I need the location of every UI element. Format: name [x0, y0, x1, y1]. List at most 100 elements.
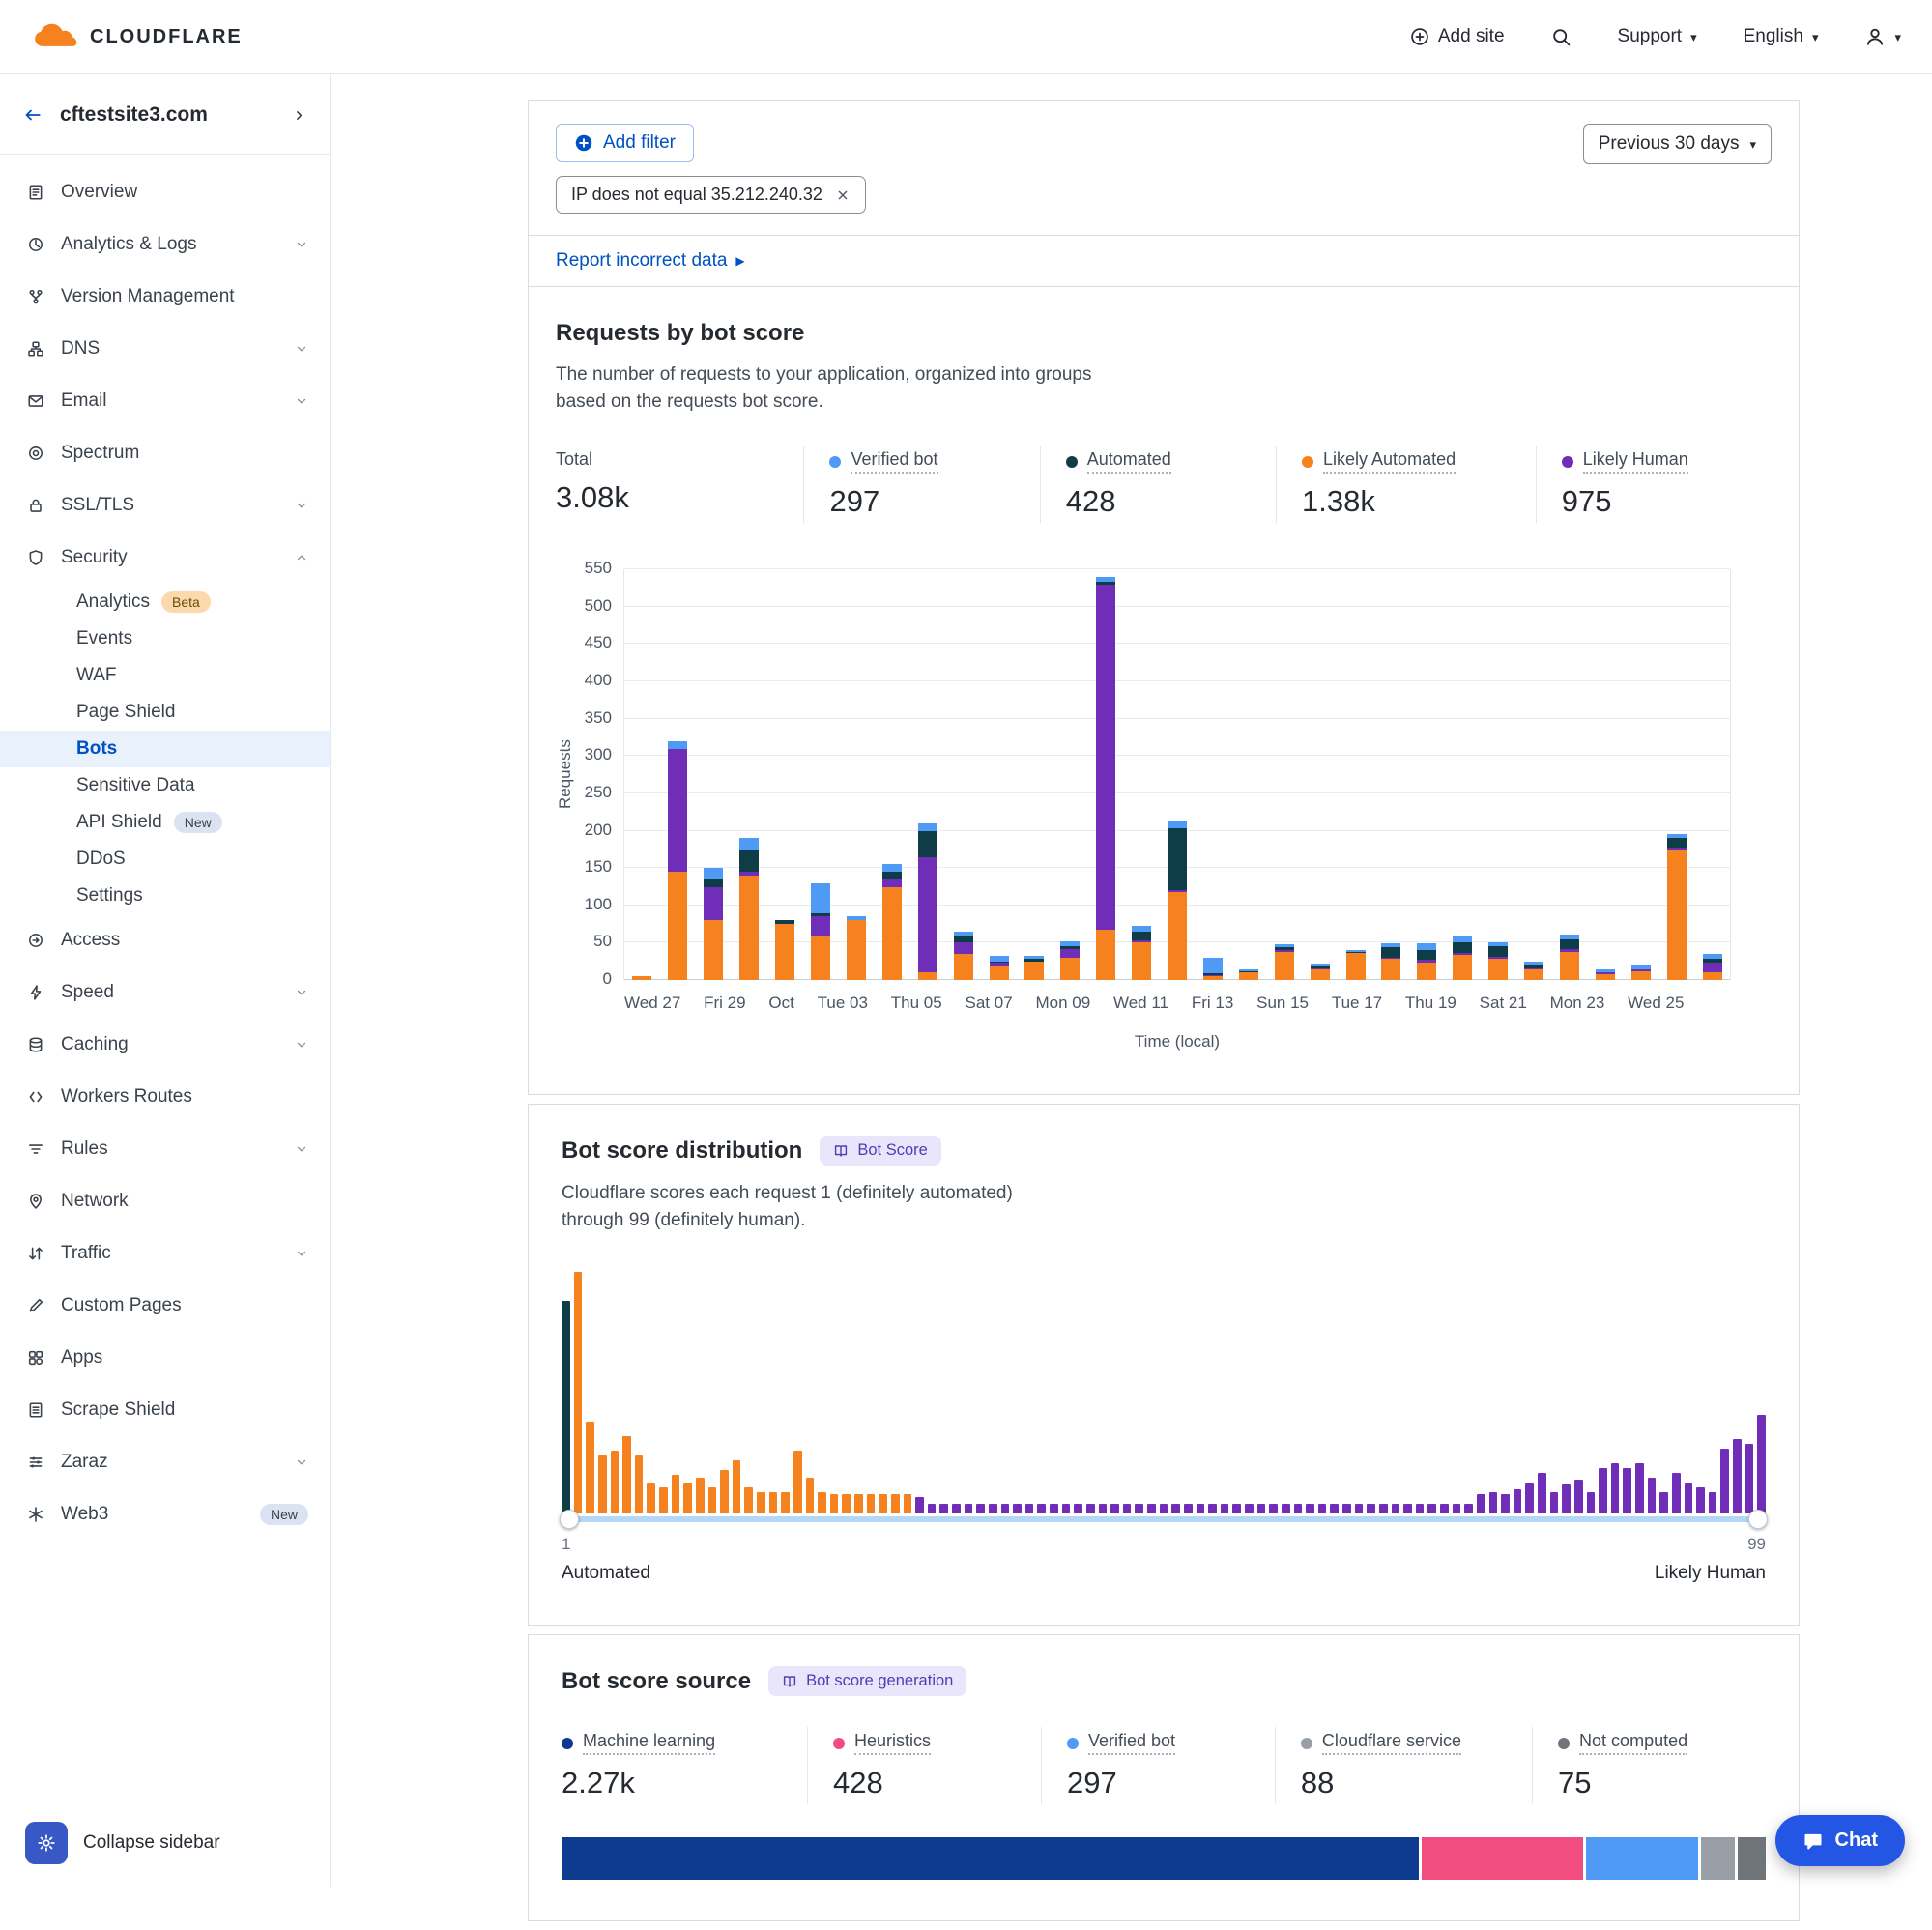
- legend-dot: [829, 456, 841, 468]
- requests-bar: [668, 741, 687, 980]
- filter-chip[interactable]: IP does not equal 35.212.240.32: [556, 176, 866, 214]
- sidebar-item-dns[interactable]: DNS: [0, 323, 330, 375]
- sidebar-subitem-events[interactable]: Events: [0, 620, 330, 657]
- distribution-bar: [891, 1494, 900, 1513]
- sidebar-item-ssl-tls[interactable]: SSL/TLS: [0, 479, 330, 532]
- bot-score-source-card: Bot score source Bot score generation Ma…: [528, 1634, 1800, 1921]
- sidebar-item-network[interactable]: Network: [0, 1175, 330, 1227]
- sidebar-subitem-waf[interactable]: WAF: [0, 657, 330, 694]
- support-menu[interactable]: Support ▾: [1618, 26, 1697, 47]
- distribution-bar: [1171, 1504, 1180, 1513]
- x-tick-label: Sun 15: [1256, 994, 1309, 1013]
- sidebar-subitem-page-shield[interactable]: Page Shield: [0, 694, 330, 731]
- language-menu[interactable]: English ▾: [1744, 26, 1819, 47]
- stat-label: Verified bot: [1088, 1731, 1175, 1755]
- settings-gear-button[interactable]: [25, 1822, 68, 1864]
- stat-value: 3.08k: [556, 480, 793, 515]
- distribution-bar: [1648, 1478, 1657, 1514]
- sidebar-subitem-ddos[interactable]: DDoS: [0, 841, 330, 878]
- chat-button[interactable]: Chat: [1775, 1815, 1905, 1866]
- stat-not-computed: Not computed75: [1532, 1727, 1766, 1804]
- distribution-bar: [1269, 1504, 1278, 1513]
- x-tick-label: Wed 25: [1628, 994, 1684, 1013]
- distribution-bar: [1135, 1504, 1143, 1513]
- sidebar-item-spectrum[interactable]: Spectrum: [0, 427, 330, 479]
- requests-bar: [1703, 954, 1722, 980]
- card-title-row: Bot score source Bot score generation: [562, 1666, 1766, 1696]
- sidebar-item-analytics-logs[interactable]: Analytics & Logs: [0, 218, 330, 271]
- collapse-sidebar-button[interactable]: Collapse sidebar: [83, 1832, 220, 1854]
- sidebar-subitem-bots[interactable]: Bots: [0, 731, 330, 767]
- chevron-down-icon: [295, 1142, 308, 1156]
- legend-dot: [1558, 1738, 1570, 1749]
- bot-score-generation-pill[interactable]: Bot score generation: [768, 1666, 966, 1696]
- slider-handle-max[interactable]: [1748, 1510, 1768, 1529]
- site-selector[interactable]: cftestsite3.com: [0, 74, 330, 155]
- requests-bar: [1667, 834, 1687, 980]
- sidebar-item-zaraz[interactable]: Zaraz: [0, 1436, 330, 1488]
- distribution-bar: [976, 1504, 985, 1513]
- sidebar-item-traffic[interactable]: Traffic: [0, 1227, 330, 1280]
- sidebar-subitem-analytics[interactable]: AnalyticsBeta: [0, 584, 330, 620]
- distribution-bar: [1160, 1504, 1168, 1513]
- sidebar-subitem-sensitive-data[interactable]: Sensitive Data: [0, 767, 330, 804]
- bot-score-distribution-card: Bot score distribution Bot Score Cloudfl…: [528, 1104, 1800, 1626]
- distribution-bar: [1208, 1504, 1217, 1513]
- sidebar-item-version-management[interactable]: Version Management: [0, 271, 330, 323]
- x-axis-labels: Wed 27Fri 29OctTue 03Thu 05Sat 07Mon 09W…: [624, 994, 1730, 1013]
- sidebar-subitem-label: Analytics: [76, 591, 150, 613]
- sidebar-item-rules[interactable]: Rules: [0, 1123, 330, 1175]
- cloudflare-logo[interactable]: CLOUDFLARE: [31, 21, 243, 52]
- search-icon: [1551, 27, 1572, 47]
- chevron-down-icon: [295, 394, 308, 408]
- distribution-bar: [1257, 1504, 1266, 1513]
- sidebar-item-overview[interactable]: Overview: [0, 166, 330, 218]
- remove-filter-icon[interactable]: [835, 187, 851, 203]
- sidebar-item-scrape-shield[interactable]: Scrape Shield: [0, 1384, 330, 1436]
- sidebar-item-speed[interactable]: Speed: [0, 966, 330, 1019]
- score-range-slider[interactable]: [562, 1516, 1766, 1522]
- requests-bar: [847, 916, 866, 980]
- sidebar-item-web3[interactable]: Web3New: [0, 1488, 330, 1541]
- language-label: English: [1744, 26, 1803, 47]
- search-button[interactable]: [1551, 27, 1572, 47]
- distribution-bar: [1123, 1504, 1132, 1513]
- filter-bar: Add filter Previous 30 days ▾ IP does no…: [529, 101, 1799, 236]
- sidebar-subitem-settings[interactable]: Settings: [0, 878, 330, 914]
- sidebar-item-security[interactable]: Security: [0, 532, 330, 584]
- add-filter-button[interactable]: Add filter: [556, 124, 694, 162]
- distribution-bar: [586, 1422, 594, 1513]
- sidebar-item-custom-pages[interactable]: Custom Pages: [0, 1280, 330, 1332]
- add-site-button[interactable]: Add site: [1410, 26, 1505, 47]
- distribution-bar: [1086, 1504, 1095, 1513]
- sidebar-subitem-api-shield[interactable]: API ShieldNew: [0, 804, 330, 841]
- custom-pages-icon: [27, 1297, 44, 1314]
- distribution-bar: [1635, 1463, 1644, 1514]
- bot-score-pill[interactable]: Bot Score: [820, 1136, 940, 1166]
- distribution-bar: [1696, 1487, 1705, 1514]
- sidebar-item-workers-routes[interactable]: Workers Routes: [0, 1071, 330, 1123]
- distribution-bar: [1599, 1468, 1607, 1514]
- requests-bar: [1417, 943, 1436, 981]
- distribution-bar: [574, 1272, 583, 1513]
- sidebar-item-apps[interactable]: Apps: [0, 1332, 330, 1384]
- stat-value: 1.38k: [1302, 484, 1526, 519]
- bots-analytics-panel: Add filter Previous 30 days ▾ IP does no…: [528, 100, 1800, 1095]
- slider-handle-min[interactable]: [560, 1510, 579, 1529]
- sidebar-item-label: Caching: [61, 1034, 278, 1055]
- account-menu[interactable]: ▾: [1864, 26, 1901, 47]
- report-incorrect-data-link[interactable]: Report incorrect data ▶: [556, 250, 745, 272]
- y-axis-title: Requests: [556, 569, 575, 980]
- chart-bars: [624, 569, 1730, 980]
- sidebar-item-email[interactable]: Email: [0, 375, 330, 427]
- back-arrow-icon[interactable]: [23, 105, 43, 125]
- user-avatar-icon: [1864, 26, 1886, 47]
- sidebar-item-caching[interactable]: Caching: [0, 1019, 330, 1071]
- time-range-select[interactable]: Previous 30 days ▾: [1583, 124, 1772, 164]
- slider-labels: Automated Likely Human: [562, 1563, 1766, 1584]
- sidebar-item-access[interactable]: Access: [0, 914, 330, 966]
- distribution-bar: [1282, 1504, 1290, 1513]
- chat-label: Chat: [1835, 1829, 1878, 1852]
- distribution-bar: [842, 1494, 851, 1513]
- distribution-bar: [1427, 1504, 1436, 1513]
